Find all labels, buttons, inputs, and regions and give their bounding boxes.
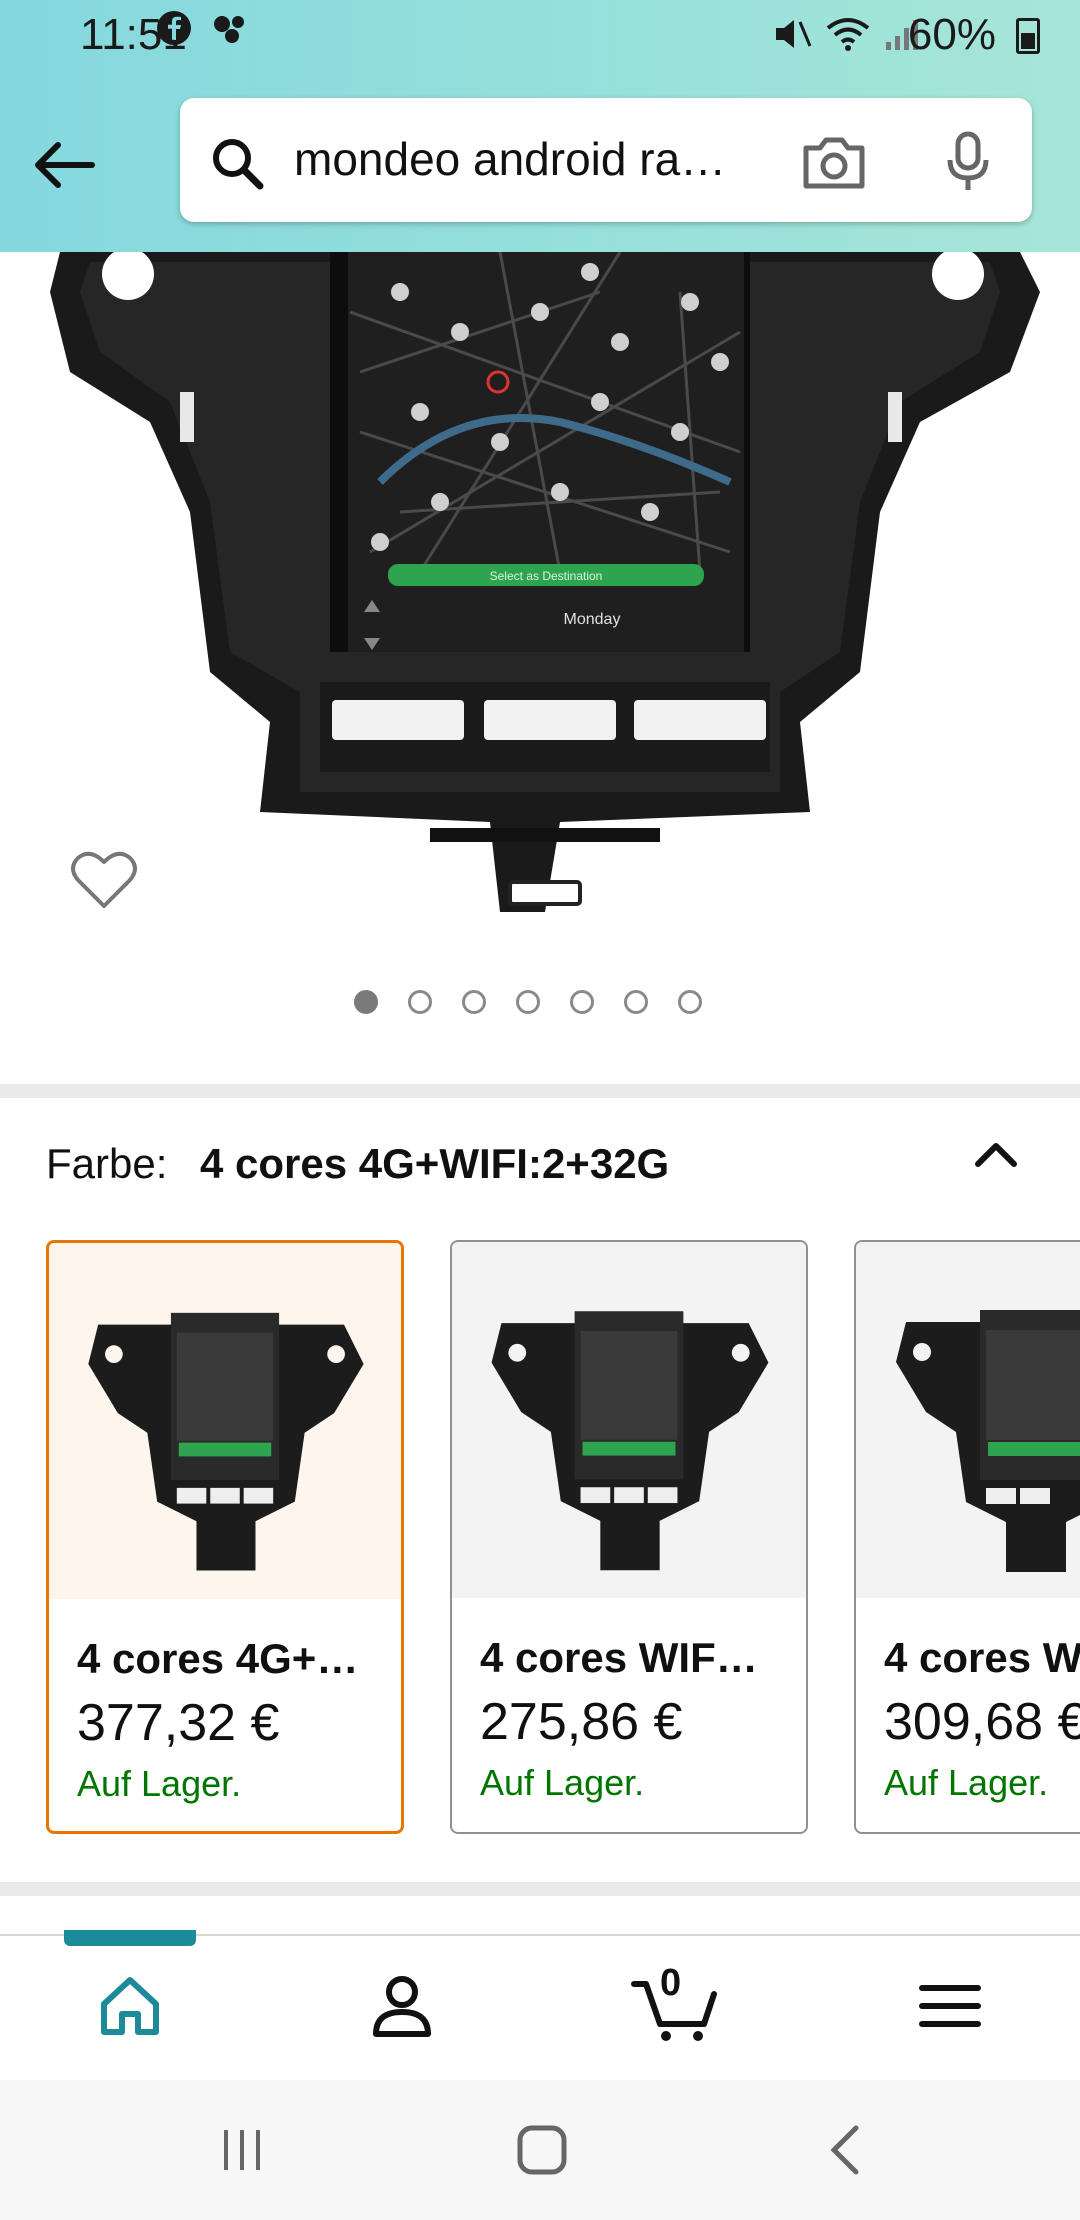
variant-price: 377,32 €	[77, 1694, 280, 1752]
variant-stock: Auf Lager.	[77, 1763, 242, 1804]
wishlist-button[interactable]	[70, 848, 138, 912]
chevron-left-icon	[830, 2125, 859, 2175]
user-icon	[373, 1976, 431, 2037]
notification-icons	[156, 10, 250, 46]
variant-label: Farbe:	[46, 1140, 168, 1187]
search-icon	[213, 139, 264, 190]
carousel-dot[interactable]	[570, 990, 594, 1014]
section-divider	[0, 1882, 1080, 1896]
hamburger-icon	[919, 1985, 981, 2027]
destination-button-label: Select as Destination	[490, 569, 603, 583]
chevron-up-icon	[975, 1143, 1017, 1167]
carousel-dot[interactable]	[678, 990, 702, 1014]
active-tab-indicator	[64, 1930, 196, 1946]
system-navigation-bar	[0, 2080, 1080, 2220]
variant-price: 275,86 €	[480, 1693, 683, 1751]
search-input[interactable]: mondeo android ra…	[294, 132, 774, 186]
cart-count-badge: 0	[660, 1962, 682, 2004]
home-icon	[101, 1977, 159, 2035]
product-image[interactable]: Select as Destination Monday	[0, 252, 1080, 922]
variant-option[interactable]: 4 cores WIF… 275,86 € Auf Lager.	[450, 1240, 808, 1834]
bottom-navigation	[0, 1934, 1080, 2082]
search-bar[interactable]: mondeo android ra…	[180, 98, 1032, 222]
variant-thumbnail	[452, 1242, 806, 1598]
variant-selected-value: 4 cores 4G+WIFI:2+32G	[200, 1140, 670, 1187]
variant-name: 4 cores WIF…	[480, 1634, 758, 1681]
microphone-icon[interactable]	[946, 130, 990, 194]
carousel-dot[interactable]	[462, 990, 486, 1014]
nav-account-button[interactable]	[362, 1966, 442, 2046]
heart-icon	[71, 851, 137, 908]
carousel-dot[interactable]	[624, 990, 648, 1014]
battery-percentage: 60%	[907, 10, 996, 59]
connectivity-icons	[772, 16, 920, 52]
battery-icon	[1016, 18, 1040, 54]
back-system-button[interactable]	[816, 2120, 876, 2180]
carousel-dot[interactable]	[516, 990, 540, 1014]
wifi-icon	[826, 18, 870, 51]
variant-name: 4 cores W	[884, 1634, 1080, 1681]
variant-stock: Auf Lager.	[480, 1762, 645, 1803]
carousel-dot[interactable]	[408, 990, 432, 1014]
home-square-icon	[517, 2125, 567, 2175]
day-label: Monday	[564, 611, 621, 628]
carousel-dot[interactable]	[354, 990, 378, 1014]
recent-apps-button[interactable]	[212, 2120, 272, 2180]
variant-stock: Auf Lager.	[884, 1762, 1049, 1803]
nav-menu-button[interactable]	[910, 1966, 990, 2046]
collapse-variants-button[interactable]	[966, 1124, 1026, 1184]
image-carousel-indicator	[354, 990, 702, 1014]
nav-home-button[interactable]	[90, 1966, 170, 2046]
app-notification-icon	[214, 16, 244, 43]
variant-option[interactable]: 4 cores W 309,68 € Auf Lager.	[854, 1240, 1080, 1834]
facebook-icon	[157, 11, 191, 45]
variant-thumbnail	[49, 1243, 401, 1599]
variant-thumbnail	[856, 1242, 1080, 1598]
variant-name: 4 cores 4G+…	[77, 1635, 359, 1682]
home-system-button[interactable]	[512, 2120, 572, 2180]
camera-icon[interactable]	[800, 134, 868, 190]
car-radio-illustration: Select as Destination Monday	[50, 252, 1040, 912]
recent-apps-icon	[224, 2130, 260, 2170]
variant-option[interactable]: 4 cores 4G+… 377,32 € Auf Lager.	[46, 1240, 404, 1834]
arrow-left-icon	[35, 142, 95, 188]
back-button[interactable]	[30, 130, 100, 200]
mute-icon	[776, 20, 812, 48]
variant-price: 309,68 €	[884, 1693, 1080, 1751]
section-divider	[0, 1084, 1080, 1098]
